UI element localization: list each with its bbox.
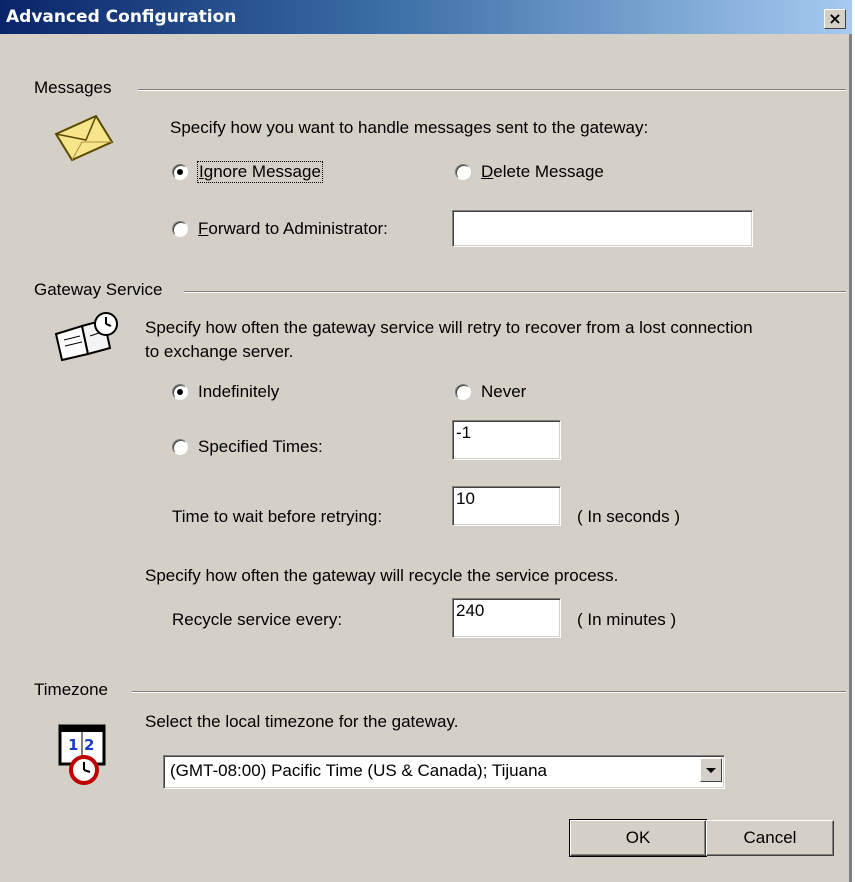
advanced-configuration-dialog: Advanced Configuration × Messages Specif… <box>0 0 852 882</box>
specified-times-label: Specified Times: <box>198 437 323 456</box>
timezone-selected-value: (GMT-08:00) Pacific Time (US & Canada); … <box>170 761 547 780</box>
messages-instruction: Specify how you want to handle messages … <box>170 118 649 137</box>
book-clock-icon <box>54 312 118 362</box>
recycle-instruction: Specify how often the gateway will recyc… <box>145 566 619 585</box>
timezone-dropdown[interactable]: (GMT-08:00) Pacific Time (US & Canada); … <box>163 755 725 789</box>
forward-to-admin-radio-circle[interactable] <box>172 221 188 237</box>
delete-message-radio[interactable]: Delete Message <box>455 162 604 182</box>
delete-message-radio-circle[interactable] <box>455 164 471 180</box>
gateway-group-divider <box>184 291 846 293</box>
forward-to-admin-radio[interactable]: Forward to Administrator: <box>172 219 388 239</box>
svg-text:1: 1 <box>68 736 78 754</box>
gateway-instruction-line2: to exchange server. <box>145 342 294 361</box>
window-title: Advanced Configuration <box>6 7 237 27</box>
gateway-instruction-line1: Specify how often the gateway service wi… <box>145 318 753 337</box>
ignore-message-radio-circle[interactable] <box>172 164 188 180</box>
wait-label: Time to wait before retrying: <box>172 507 383 526</box>
recycle-unit: ( In minutes ) <box>577 610 677 629</box>
cancel-button[interactable]: Cancel <box>706 820 834 856</box>
forward-to-admin-label: Forward to Administrator: <box>198 219 388 238</box>
specified-times-radio-circle[interactable] <box>172 439 188 455</box>
timezone-instruction: Select the local timezone for the gatewa… <box>145 712 459 731</box>
ok-button[interactable]: OK <box>569 819 707 857</box>
chevron-down-icon[interactable] <box>700 758 722 782</box>
wait-input[interactable]: 10 <box>452 486 561 526</box>
recycle-label: Recycle service every: <box>172 610 343 629</box>
ignore-message-radio[interactable]: Ignore Message <box>172 161 323 183</box>
indefinitely-label: Indefinitely <box>198 382 280 401</box>
timezone-group-divider <box>132 691 846 693</box>
envelope-icon <box>54 114 114 162</box>
title-bar: Advanced Configuration × <box>0 0 852 34</box>
svg-text:2: 2 <box>84 736 94 754</box>
delete-message-label: Delete Message <box>481 162 604 181</box>
ignore-message-label: Ignore Message <box>197 161 323 183</box>
specified-times-radio[interactable]: Specified Times: <box>172 437 323 457</box>
never-radio[interactable]: Never <box>455 382 526 402</box>
messages-group-divider <box>138 89 846 91</box>
indefinitely-radio-circle[interactable] <box>172 384 188 400</box>
timezone-group-label: Timezone <box>34 680 111 700</box>
never-radio-circle[interactable] <box>455 384 471 400</box>
admin-email-input[interactable] <box>452 210 753 247</box>
calendar-clock-icon: 1 2 <box>58 724 106 785</box>
wait-unit: ( In seconds ) <box>577 507 680 526</box>
close-button[interactable]: × <box>824 9 846 29</box>
gateway-group-label: Gateway Service <box>34 280 165 300</box>
recycle-input[interactable]: 240 <box>452 598 561 638</box>
indefinitely-radio[interactable]: Indefinitely <box>172 382 279 402</box>
never-label: Never <box>481 382 527 401</box>
messages-group-label: Messages <box>34 78 114 98</box>
specified-times-input[interactable]: -1 <box>452 420 561 460</box>
